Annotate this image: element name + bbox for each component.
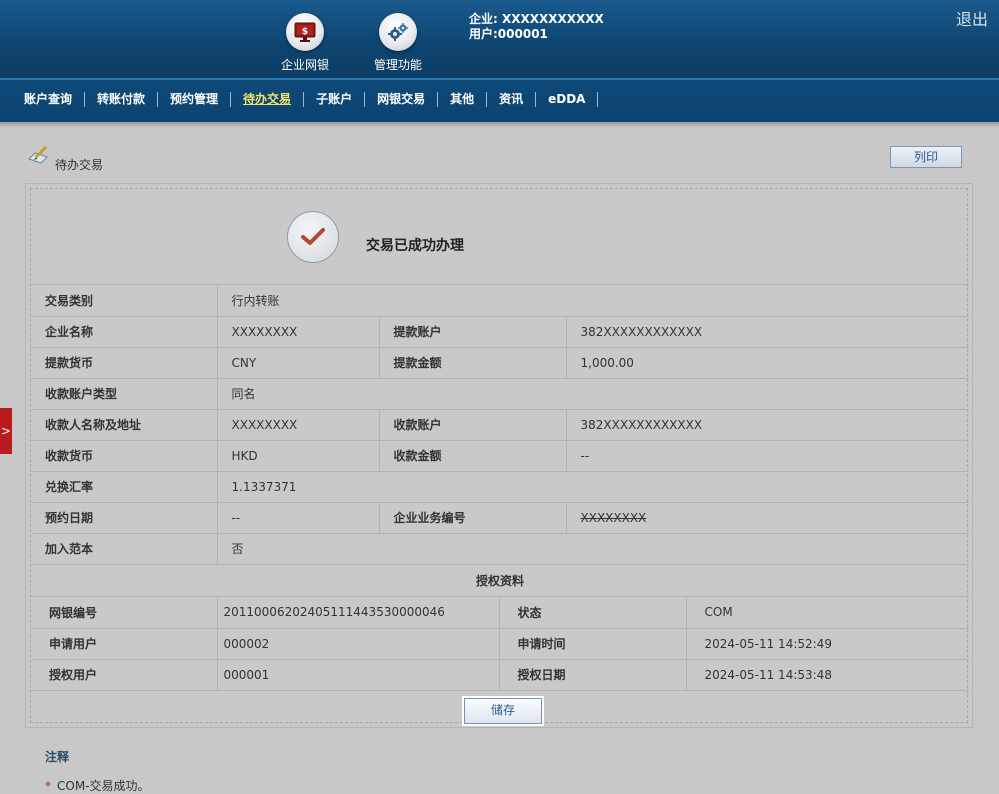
- menu-item-account-inquiry[interactable]: 账户查询: [12, 92, 86, 107]
- detail-value: HKD: [216, 440, 379, 472]
- nav-management[interactable]: 管理功能: [358, 13, 438, 73]
- auth-value: 2024-05-11 14:53:48: [685, 659, 969, 691]
- table-row: 收款账户类型 同名: [31, 378, 969, 410]
- detail-value: 行内转账: [216, 285, 969, 317]
- nav-management-label: 管理功能: [373, 58, 422, 72]
- menu-item-transfer-payment[interactable]: 转账付款: [85, 92, 159, 107]
- main-menu-bar: 账户查询 转账付款 预约管理 待办交易 子账户 网银交易 其他 资讯 eDDA: [0, 78, 999, 122]
- detail-label: 收款人名称及地址: [31, 409, 217, 441]
- detail-value: XXXXXXXX: [216, 316, 379, 348]
- menu-item-sub-account[interactable]: 子账户: [304, 92, 366, 107]
- business-ref-value: XXXXXXXX: [580, 510, 647, 525]
- user-info: 企业: XXXXXXXXXXX 用户:000001: [469, 12, 604, 42]
- auth-label: 申请时间: [498, 628, 686, 660]
- detail-value: 382XXXXXXXXXXXX: [565, 316, 969, 348]
- table-row: 网银编号 20110006202405111443530000046 状态 CO…: [31, 597, 969, 629]
- company-name: 企业: XXXXXXXXXXX: [469, 12, 604, 26]
- detail-label: 收款账户类型: [31, 378, 217, 410]
- result-panel: 交易已成功办理 交易类别 行内转账 企业名称 XXXXXXXX 提款账户 382…: [25, 183, 973, 728]
- menu-item-scheduled[interactable]: 预约管理: [158, 92, 232, 107]
- auth-value: 000002: [216, 628, 499, 660]
- authorization-table: 网银编号 20110006202405111443530000046 状态 CO…: [31, 597, 969, 691]
- table-row: 授权用户 000001 授权日期 2024-05-11 14:53:48: [31, 659, 969, 691]
- auth-section-title: 授权资料: [31, 565, 969, 597]
- detail-value: CNY: [216, 347, 379, 379]
- detail-label: 提款账户: [378, 316, 566, 348]
- detail-value: 382XXXXXXXXXXXX: [565, 409, 969, 441]
- detail-value: 否: [216, 533, 969, 565]
- auth-label: 网银编号: [31, 597, 217, 629]
- nav-enterprise-banking[interactable]: $ 企业网银: [265, 13, 345, 73]
- transaction-details-table: 交易类别 行内转账 企业名称 XXXXXXXX 提款账户 382XXXXXXXX…: [31, 285, 969, 565]
- logout-link[interactable]: 退出: [956, 6, 988, 30]
- auth-label: 授权日期: [498, 659, 686, 691]
- auth-value: 20110006202405111443530000046: [216, 597, 499, 629]
- detail-value: XXXXXXXX: [216, 409, 379, 441]
- notes-title: 注释: [45, 750, 70, 764]
- user-id: 用户:000001: [469, 27, 548, 41]
- table-row: 预约日期 -- 企业业务编号 XXXXXXXX: [31, 502, 969, 534]
- detail-value: 1,000.00: [565, 347, 969, 379]
- auth-label: 授权用户: [31, 659, 217, 691]
- success-banner: 交易已成功办理: [31, 189, 969, 285]
- auth-value: COM: [685, 597, 969, 629]
- detail-label: 收款货币: [31, 440, 217, 472]
- detail-label: 提款金额: [378, 347, 566, 379]
- detail-label: 加入范本: [31, 533, 217, 565]
- side-expand-tab[interactable]: >: [0, 408, 12, 454]
- gears-icon: [379, 13, 417, 51]
- detail-label: 提款货币: [31, 347, 217, 379]
- detail-value: --: [216, 502, 379, 534]
- menu-item-others[interactable]: 其他: [438, 92, 488, 107]
- menu-item-online-transactions[interactable]: 网银交易: [365, 92, 439, 107]
- nav-enterprise-banking-label: 企业网银: [280, 58, 329, 72]
- detail-label: 企业业务编号: [378, 502, 566, 534]
- table-row: 交易类别 行内转账: [31, 285, 969, 317]
- auth-value: 000001: [216, 659, 499, 691]
- table-row: 加入范本 否: [31, 533, 969, 565]
- table-row: 收款货币 HKD 收款金额 --: [31, 440, 969, 472]
- svg-text:$: $: [302, 27, 308, 37]
- table-row: 兑换汇率 1.1337371: [31, 471, 969, 503]
- menu-item-edda[interactable]: eDDA: [536, 92, 599, 107]
- checkmark-icon: [287, 211, 339, 263]
- print-button[interactable]: 列印: [890, 146, 962, 168]
- success-message: 交易已成功办理: [366, 238, 464, 254]
- table-row: 收款人名称及地址 XXXXXXXX 收款账户 382XXXXXXXXXXXX: [31, 409, 969, 441]
- pencil-edit-icon: [27, 145, 51, 167]
- auth-label: 状态: [498, 597, 686, 629]
- detail-label: 收款账户: [378, 409, 566, 441]
- auth-label: 申请用户: [31, 628, 217, 660]
- detail-label: 企业名称: [31, 316, 217, 348]
- note-item: * COM-交易成功。: [45, 777, 150, 794]
- detail-value: XXXXXXXX: [565, 502, 969, 534]
- result-panel-inner: 交易已成功办理 交易类别 行内转账 企业名称 XXXXXXXX 提款账户 382…: [30, 188, 969, 724]
- detail-value: --: [565, 440, 969, 472]
- detail-label: 收款金额: [378, 440, 566, 472]
- exchange-rate-value: 1.1337371: [216, 471, 969, 503]
- monitor-dollar-icon: $: [286, 13, 324, 51]
- note-bullet: *: [45, 779, 51, 793]
- table-row: 申请用户 000002 申请时间 2024-05-11 14:52:49: [31, 628, 969, 660]
- detail-value: 同名: [216, 378, 969, 410]
- top-header: $ 企业网银 管理功能 企业: XXXXXXXXXXX 用户:000001 退出: [0, 0, 999, 78]
- save-button[interactable]: 储存: [464, 698, 542, 724]
- auth-value: 2024-05-11 14:52:49: [685, 628, 969, 660]
- detail-label: 兑换汇率: [31, 471, 217, 503]
- menu-shadow: [0, 122, 999, 128]
- menu-item-info[interactable]: 资讯: [487, 92, 537, 107]
- detail-label: 交易类别: [31, 285, 217, 317]
- table-row: 提款货币 CNY 提款金额 1,000.00: [31, 347, 969, 379]
- note-text: COM-交易成功。: [57, 779, 150, 793]
- main-menu: 账户查询 转账付款 预约管理 待办交易 子账户 网银交易 其他 资讯 eDDA: [12, 92, 599, 107]
- menu-item-pending-transactions[interactable]: 待办交易: [231, 92, 305, 107]
- table-row: 企业名称 XXXXXXXX 提款账户 382XXXXXXXXXXXX: [31, 316, 969, 348]
- detail-label: 预约日期: [31, 502, 217, 534]
- page-title: 待办交易: [55, 158, 104, 172]
